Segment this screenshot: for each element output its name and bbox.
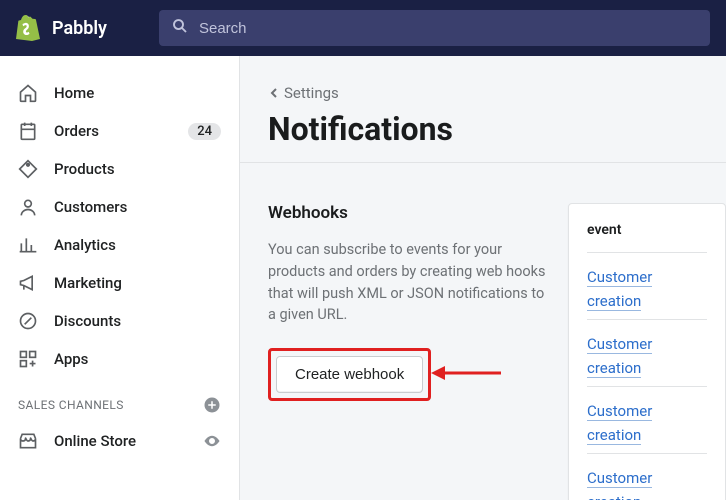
events-card: event Customer creation Customer creatio… [568,203,726,500]
brand-name: Pabbly [52,18,107,39]
sidebar-item-products[interactable]: Products [0,150,239,188]
annotation-arrow-icon [431,361,501,389]
event-link[interactable]: Customer creation [587,335,652,378]
orders-badge: 24 [188,123,221,140]
sidebar: Home Orders 24 Products Customers Analyt… [0,56,240,500]
apps-icon [18,349,38,369]
tag-icon [18,159,38,179]
sidebar-item-home[interactable]: Home [0,74,239,112]
discount-icon [18,311,38,331]
sidebar-item-label: Online Store [54,432,187,450]
event-row: Customer creation [587,386,707,453]
sidebar-item-discounts[interactable]: Discounts [0,302,239,340]
sidebar-item-label: Apps [54,350,221,368]
search-field[interactable] [159,10,710,46]
event-link[interactable]: Customer creation [587,268,652,311]
event-row: Customer creation [587,319,707,386]
webhooks-title: Webhooks [268,203,548,223]
analytics-icon [18,235,38,255]
person-icon [18,197,38,217]
sidebar-item-customers[interactable]: Customers [0,188,239,226]
sidebar-item-label: Orders [54,122,172,140]
sidebar-item-orders[interactable]: Orders 24 [0,112,239,150]
sidebar-item-label: Analytics [54,236,221,254]
sidebar-item-label: Products [54,160,221,178]
create-webhook-highlight: Create webhook [268,348,431,401]
webhooks-description: You can subscribe to events for your pro… [268,239,548,326]
sidebar-item-label: Home [54,84,221,102]
orders-icon [18,121,38,141]
event-link[interactable]: Customer creation [587,402,652,445]
logo-icon [16,15,40,41]
megaphone-icon [18,273,38,293]
sidebar-item-label: Marketing [54,274,221,292]
store-icon [18,431,38,451]
sidebar-item-marketing[interactable]: Marketing [0,264,239,302]
search-icon [171,17,189,39]
eye-icon[interactable] [203,432,221,450]
breadcrumb-back[interactable]: Settings [240,84,726,102]
sidebar-item-analytics[interactable]: Analytics [0,226,239,264]
main-content: Settings Notifications Webhooks You can … [240,56,726,500]
search-input[interactable] [199,20,698,37]
page-title: Notifications [240,102,726,163]
event-link[interactable]: Customer creation [587,469,652,500]
sidebar-item-apps[interactable]: Apps [0,340,239,378]
event-row: Customer creation [587,252,707,319]
sidebar-item-online-store[interactable]: Online Store [0,422,239,460]
section-label: SALES CHANNELS [18,398,124,412]
topbar: Pabbly [0,0,726,56]
sales-channels-header: SALES CHANNELS [0,378,239,422]
sidebar-item-label: Customers [54,198,221,216]
sidebar-item-label: Discounts [54,312,221,330]
home-icon [18,83,38,103]
event-row: Customer creation [587,453,707,500]
add-channel-icon[interactable] [203,396,221,414]
create-webhook-button[interactable]: Create webhook [276,356,423,393]
back-label: Settings [284,84,339,102]
events-header: event [587,222,707,252]
